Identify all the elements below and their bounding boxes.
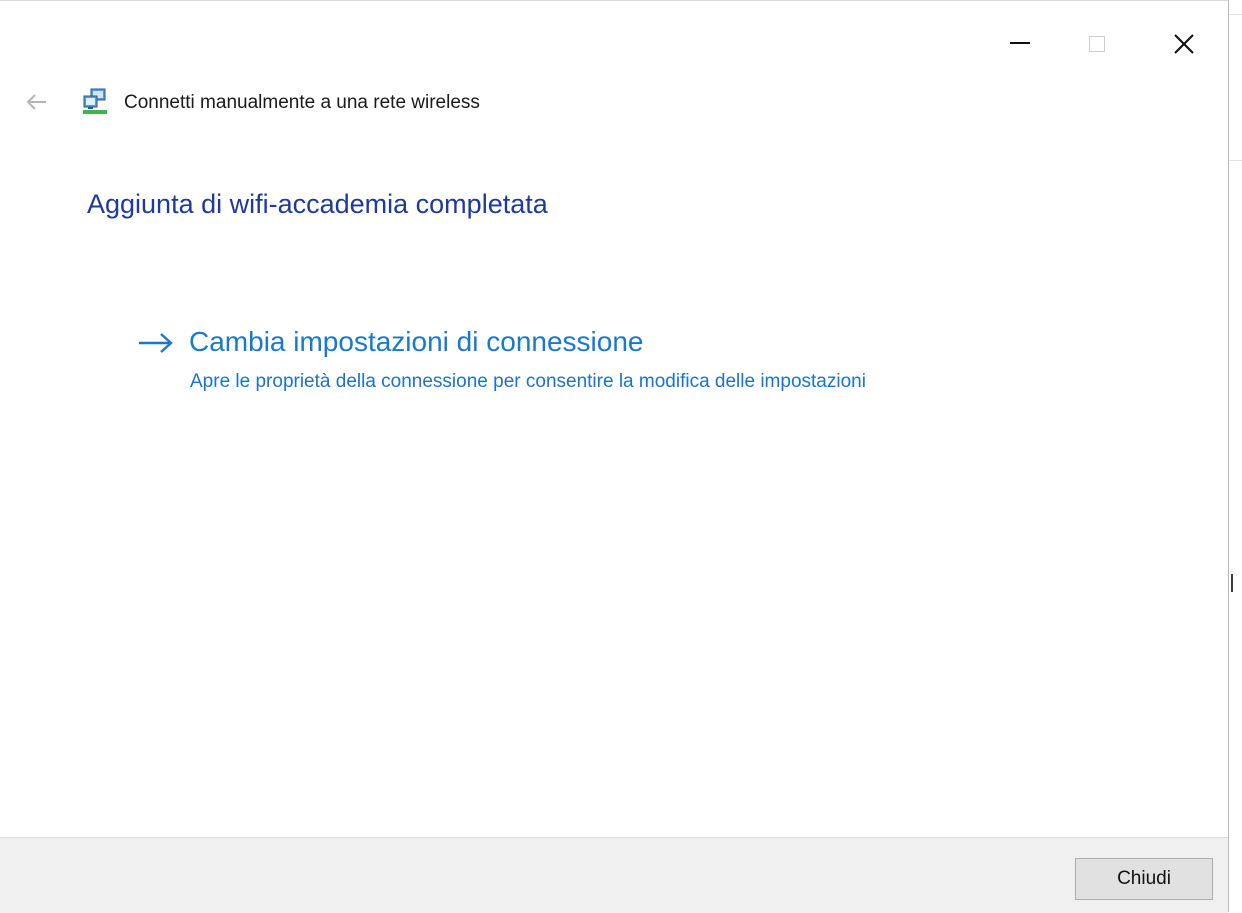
close-window-button[interactable]	[1149, 1, 1219, 87]
close-icon	[1174, 34, 1194, 54]
back-arrow-icon[interactable]	[24, 89, 50, 115]
main-heading: Aggiunta di wifi-accademia completata	[87, 189, 548, 219]
divider	[1229, 14, 1242, 15]
maximize-icon	[1089, 36, 1105, 52]
dialog-footer: Chiudi	[0, 837, 1228, 913]
background-window-edge	[1229, 0, 1242, 912]
right-arrow-icon	[139, 333, 173, 353]
close-button[interactable]: Chiudi	[1075, 858, 1213, 900]
command-link-title: Cambia impostazioni di connessione	[189, 326, 644, 357]
dialog-title: Connetti manualmente a una rete wireless	[124, 92, 480, 113]
maximize-button[interactable]	[1062, 1, 1132, 87]
divider	[1229, 160, 1242, 161]
change-connection-settings-link[interactable]: Cambia impostazioni di connessione Apre …	[134, 321, 934, 413]
network-connection-icon	[83, 88, 107, 114]
minimize-button[interactable]	[985, 1, 1055, 87]
minimize-icon	[1010, 42, 1030, 44]
command-link-description: Apre le proprietà della connessione per …	[190, 371, 866, 392]
wizard-window: Connetti manualmente a una rete wireless…	[0, 0, 1229, 913]
background-text-fragment	[1231, 574, 1233, 592]
